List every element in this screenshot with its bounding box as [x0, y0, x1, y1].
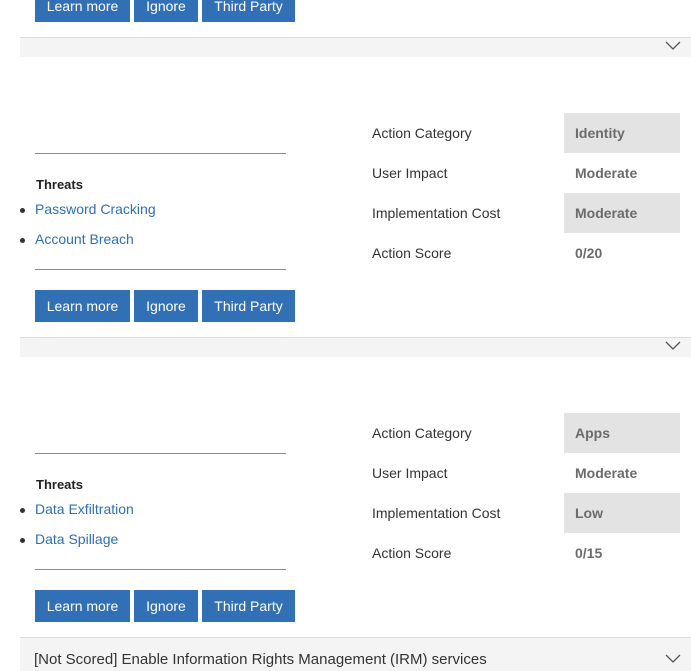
threats-heading: Threats — [36, 177, 83, 192]
learn-more-button[interactable]: Learn more — [35, 290, 130, 322]
bullet — [20, 237, 25, 243]
threat-link[interactable]: Data Spillage — [20, 531, 118, 547]
threats-heading: Threats — [36, 477, 83, 492]
third-party-button[interactable]: Third Party — [202, 0, 295, 22]
ignore-button[interactable]: Ignore — [134, 590, 198, 622]
action-score-value: 0/20 — [575, 245, 603, 261]
action-score-value: 0/15 — [575, 545, 603, 561]
threat-link[interactable]: Password Cracking — [20, 201, 156, 217]
threat-link[interactable]: Data Exfiltration — [20, 501, 134, 517]
action-score-label: Action Score — [372, 545, 452, 561]
third-party-button[interactable]: Third Party — [202, 290, 295, 322]
action-category-value: Identity — [564, 113, 680, 153]
learn-more-button[interactable]: Learn more — [35, 0, 130, 22]
ignore-button[interactable]: Ignore — [134, 290, 198, 322]
ignore-button[interactable]: Ignore — [134, 0, 198, 22]
bullet — [20, 507, 25, 513]
user-impact-label: User Impact — [372, 465, 448, 481]
action-category-label: Action Category — [372, 125, 472, 141]
action-category-label: Action Category — [372, 425, 472, 441]
learn-more-button[interactable]: Learn more — [35, 590, 130, 622]
chevron-down-icon[interactable] — [665, 341, 681, 351]
action-header-collapsed[interactable] — [20, 337, 691, 357]
action-score-label: Action Score — [372, 245, 452, 261]
user-impact-value: Moderate — [575, 465, 638, 481]
action-header-next[interactable]: [Not Scored] Enable Information Rights M… — [20, 637, 691, 671]
divider — [35, 569, 286, 570]
action-header-collapsed[interactable] — [20, 37, 691, 57]
action-title: [Not Scored] Enable Information Rights M… — [34, 651, 487, 668]
implementation-cost-label: Implementation Cost — [372, 505, 501, 521]
chevron-down-icon[interactable] — [665, 41, 681, 51]
third-party-button[interactable]: Third Party — [202, 590, 295, 622]
bullet — [20, 537, 25, 543]
top-card-actions: Learn more Ignore Third Party — [35, 0, 295, 22]
chevron-down-icon[interactable] — [665, 654, 681, 664]
divider — [35, 269, 286, 270]
card-actions: Learn more Ignore Third Party — [35, 290, 295, 322]
bullet — [20, 207, 25, 213]
divider — [35, 453, 286, 454]
card-actions: Learn more Ignore Third Party — [35, 590, 295, 622]
action-category-value: Apps — [564, 413, 680, 453]
user-impact-label: User Impact — [372, 165, 448, 181]
implementation-cost-value: Low — [564, 493, 680, 533]
user-impact-value: Moderate — [575, 165, 638, 181]
implementation-cost-label: Implementation Cost — [372, 205, 501, 221]
divider — [35, 153, 286, 154]
threat-link[interactable]: Account Breach — [20, 231, 134, 247]
implementation-cost-value: Moderate — [564, 193, 680, 233]
